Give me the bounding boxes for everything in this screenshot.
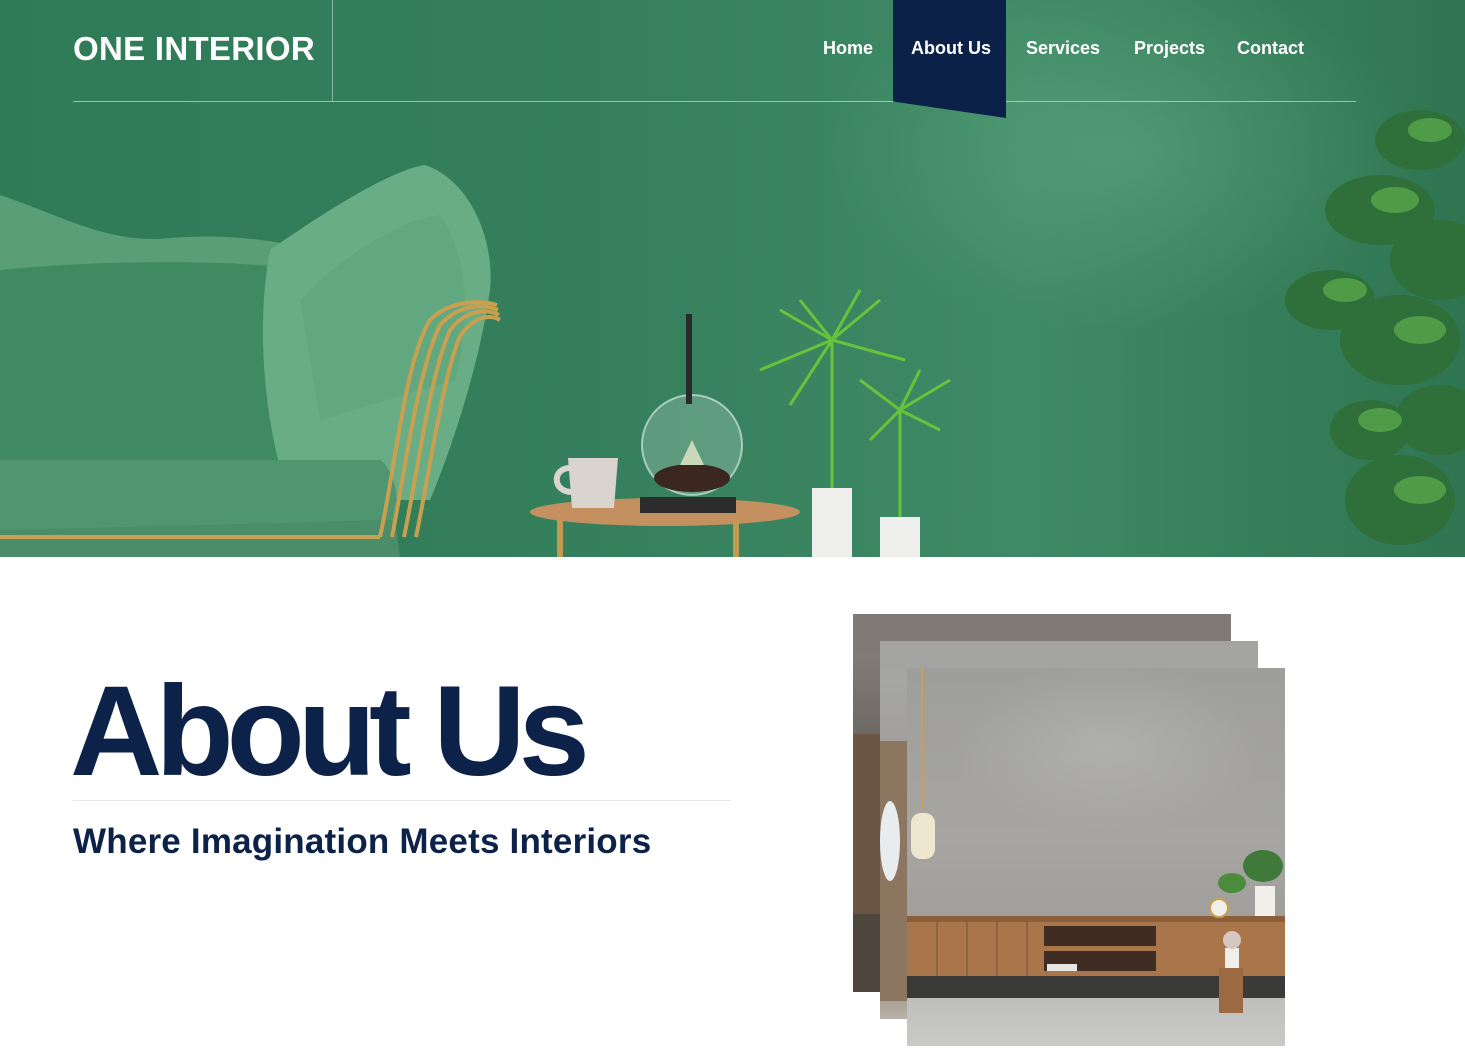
nav-item-services[interactable]: Services — [1026, 38, 1100, 59]
site-header: ONE INTERIOR Home About Us Services Proj… — [0, 0, 1465, 118]
nav-item-contact[interactable]: Contact — [1237, 38, 1304, 59]
nav-item-about-us[interactable]: About Us — [911, 38, 991, 59]
hero-banner: ONE INTERIOR Home About Us Services Proj… — [0, 0, 1465, 557]
nav-item-home[interactable]: Home — [823, 38, 873, 59]
concrete-wall-tv-cabinet-photo-icon — [907, 668, 1285, 1046]
site-logo[interactable]: ONE INTERIOR — [73, 30, 315, 68]
header-divider — [73, 101, 1356, 102]
nav-active-indicator — [893, 0, 1006, 118]
logo-divider — [332, 0, 333, 101]
nav-item-projects[interactable]: Projects — [1134, 38, 1205, 59]
page-subtitle: Where Imagination Meets Interiors — [73, 822, 652, 861]
page-title: About Us — [70, 660, 590, 803]
title-divider — [73, 800, 731, 801]
